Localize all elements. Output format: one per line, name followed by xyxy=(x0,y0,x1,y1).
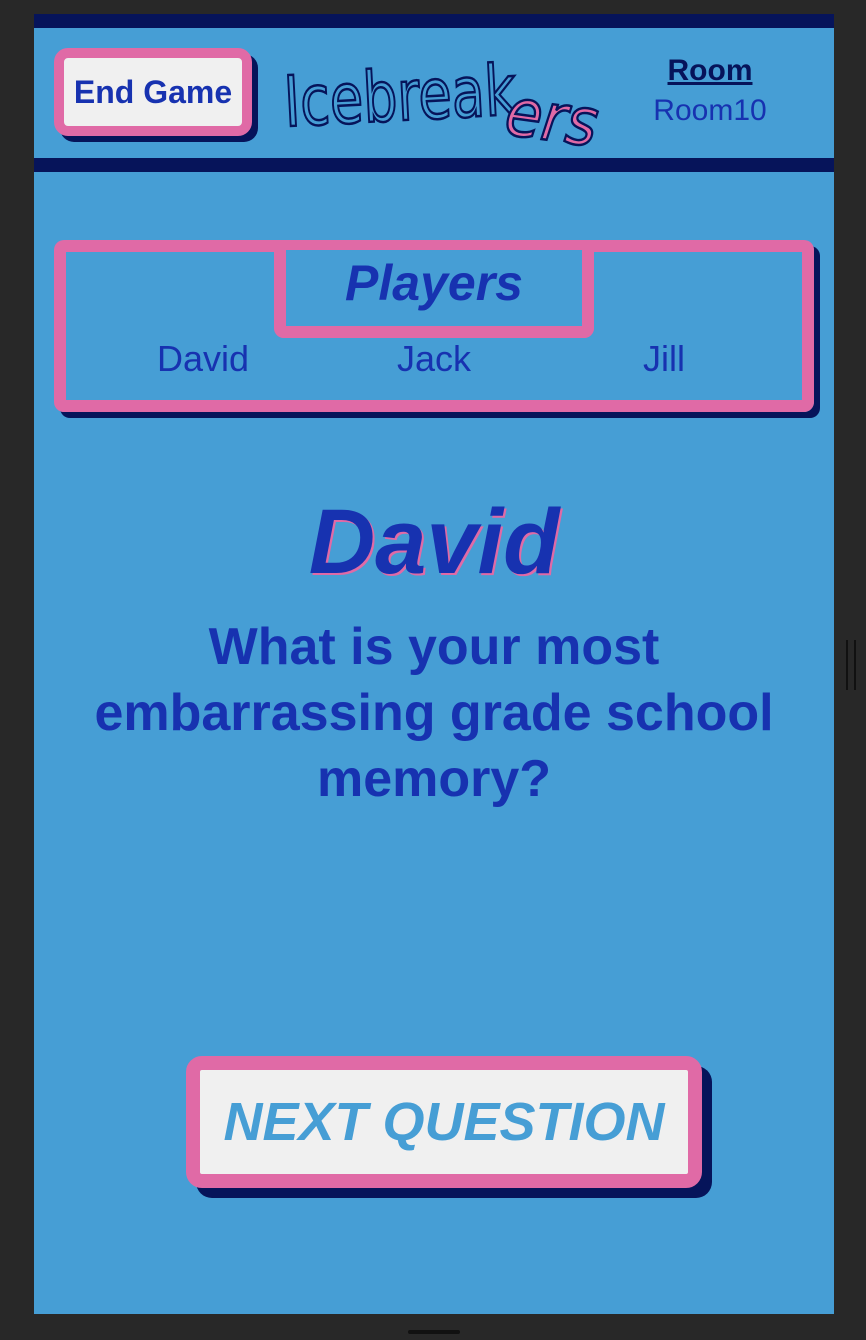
room-label: Room xyxy=(667,54,753,87)
question-text: What is your most embarrassing grade sch… xyxy=(94,618,774,808)
logo-text-ice: Icebreak xyxy=(284,49,518,143)
icebreakers-logo: Icebreak ers xyxy=(284,48,604,154)
logo-text-ers: ers xyxy=(501,73,603,154)
home-indicator[interactable] xyxy=(408,1330,460,1334)
end-game-button[interactable]: End Game xyxy=(54,48,252,136)
room-code: Room10 xyxy=(653,94,767,127)
scroll-handle[interactable] xyxy=(846,640,856,690)
player-name: David xyxy=(156,338,250,379)
player-name: Jack xyxy=(396,338,472,379)
next-question-button[interactable]: NEXT QUESTION xyxy=(186,1056,702,1188)
player-name: Jill xyxy=(643,338,685,379)
current-player-name: David xyxy=(308,491,560,593)
top-bar xyxy=(34,14,834,28)
app-screen: End Game Icebreak ers Room Room10 Player… xyxy=(34,14,834,1314)
players-title: Players xyxy=(274,250,594,338)
header-divider xyxy=(34,158,834,172)
